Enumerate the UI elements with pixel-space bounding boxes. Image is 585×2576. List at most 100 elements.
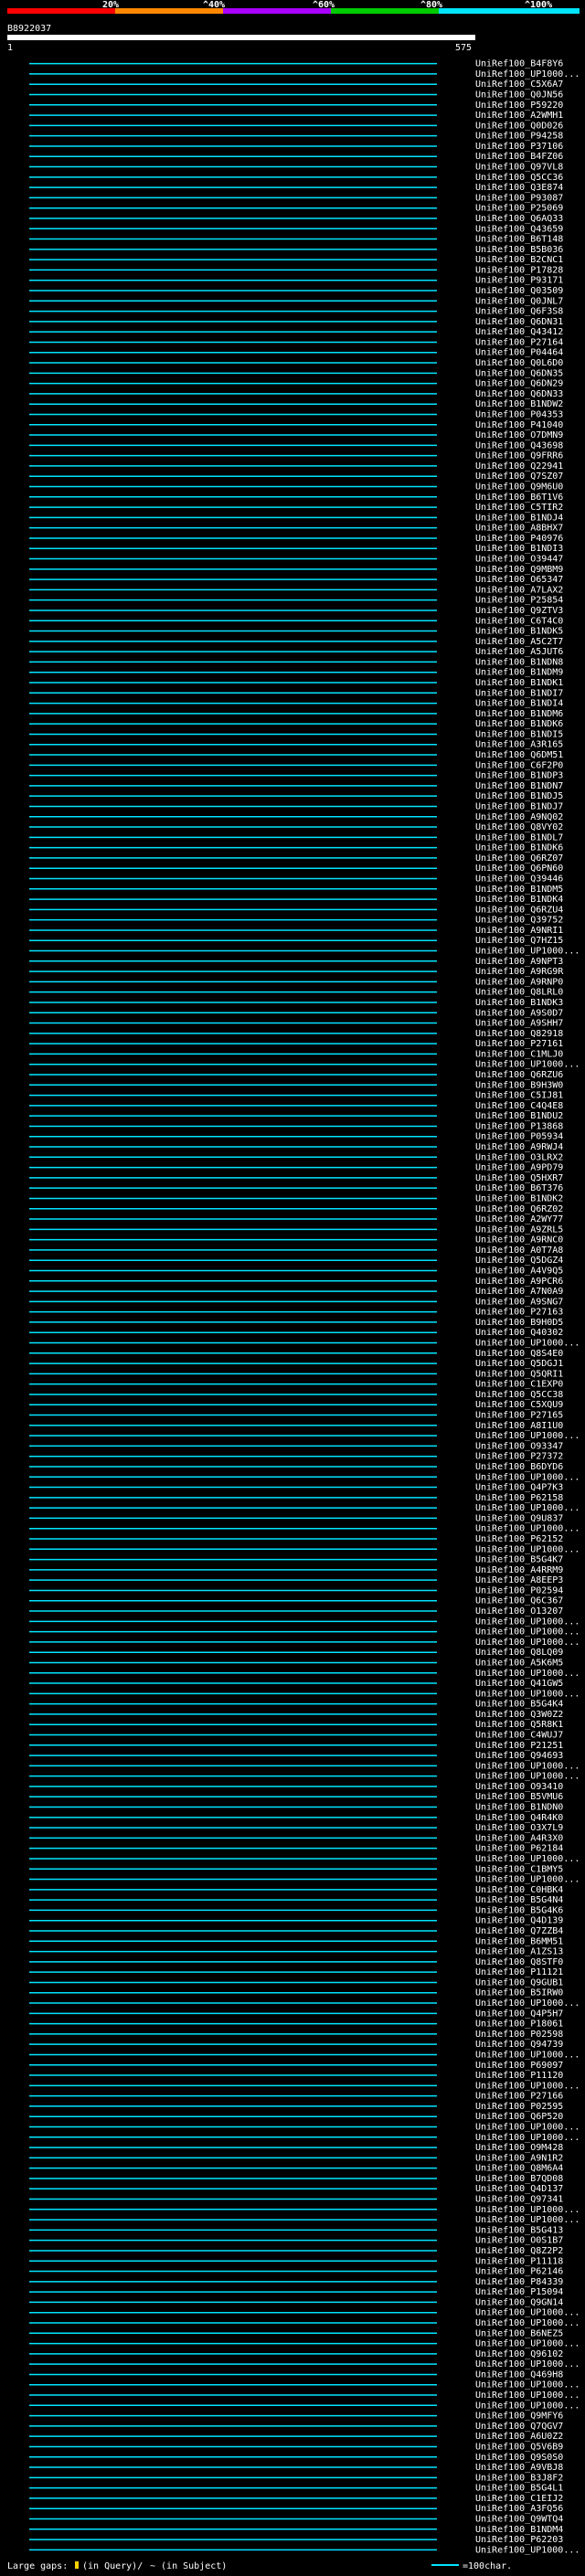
hit-label[interactable]: UniRef100_Q4P7K3 [475, 1483, 563, 1493]
hit-label[interactable]: UniRef100_Q4R4K0 [475, 1813, 563, 1823]
hit-label[interactable]: UniRef100_A9NRI1 [475, 926, 563, 936]
hit-label[interactable]: UniRef100_C6T4C0 [475, 616, 563, 626]
hit-label[interactable]: UniRef100_A9RG9R [475, 967, 564, 977]
hit-label[interactable]: UniRef100_Q7HZ15 [475, 936, 563, 946]
hit-label[interactable]: UniRef100_Q94693 [475, 1751, 563, 1761]
hit-label[interactable]: UniRef100_Q6RZU4 [475, 905, 563, 915]
hit-label[interactable]: UniRef100_B2CNC1 [475, 255, 563, 265]
hit-label[interactable]: UniRef100_Q97341 [475, 2195, 563, 2205]
hit-label[interactable]: UniRef100_A7LAX2 [475, 585, 563, 595]
hit-label[interactable]: UniRef100_C1BMY5 [475, 1864, 563, 1874]
hit-label[interactable]: UniRef100_P18061 [475, 2019, 563, 2030]
hit-label[interactable]: UniRef100_B1NDI4 [475, 699, 563, 709]
hit-label[interactable]: UniRef100_Q7QGV7 [475, 2422, 563, 2432]
hit-label[interactable]: UniRef100_P40976 [475, 534, 563, 544]
hit-label[interactable]: UniRef100_B1NDK1 [475, 678, 563, 688]
hit-label[interactable]: UniRef100_B6T1V6 [475, 493, 563, 503]
hit-label[interactable]: UniRef100_P27166 [475, 2092, 563, 2102]
hit-label[interactable]: UniRef100_O9M428 [475, 2143, 563, 2153]
hit-label[interactable]: UniRef100_A4V9Q5 [475, 1266, 563, 1276]
hit-label[interactable]: UniRef100_B6T376 [475, 1183, 563, 1193]
hit-label[interactable]: UniRef100_A9PD79 [475, 1163, 563, 1173]
hit-label[interactable]: UniRef100_B1NDJ4 [475, 513, 563, 523]
hit-label[interactable]: UniRef100_Q8Z2P2 [475, 2246, 563, 2256]
hit-label[interactable]: UniRef100_B1NDI5 [475, 729, 563, 739]
hit-label[interactable]: UniRef100_Q6DM51 [475, 750, 563, 760]
hit-label[interactable]: UniRef100_P62152 [475, 1534, 563, 1544]
hit-label[interactable]: UniRef100_Q5V6B9 [475, 2442, 563, 2452]
hit-label[interactable]: UniRef100_Q4D139 [475, 1916, 563, 1926]
hit-label[interactable]: UniRef100_UP1000... [475, 2133, 580, 2143]
hit-label[interactable]: UniRef100_Q82918 [475, 1029, 563, 1039]
hit-label[interactable]: UniRef100_UP1000... [475, 2050, 580, 2060]
hit-label[interactable]: UniRef100_P62158 [475, 1493, 563, 1503]
hit-label[interactable]: UniRef100_P27372 [475, 1452, 563, 1462]
hit-label[interactable]: UniRef100_UP1000... [475, 1627, 580, 1638]
hit-label[interactable]: UniRef100_UP1000... [475, 1854, 580, 1864]
hit-label[interactable]: UniRef100_B1NDJ5 [475, 791, 563, 801]
hit-label[interactable]: UniRef100_B6MM51 [475, 1936, 563, 1946]
hit-label[interactable]: UniRef100_C5IJ81 [475, 1091, 563, 1101]
hit-label[interactable]: UniRef100_Q9MFY6 [475, 2412, 563, 2422]
hit-label[interactable]: UniRef100_Q9GN14 [475, 2297, 563, 2307]
hit-label[interactable]: UniRef100_P27161 [475, 1039, 563, 1049]
hit-label[interactable]: UniRef100_A0T7A8 [475, 1246, 563, 1256]
hit-label[interactable]: UniRef100_O0S1B7 [475, 2236, 563, 2246]
hit-label[interactable]: UniRef100_Q6DN35 [475, 368, 563, 378]
hit-label[interactable]: UniRef100_A1ZS13 [475, 1947, 563, 1957]
hit-label[interactable]: UniRef100_Q9M6U0 [475, 482, 563, 493]
hit-label[interactable]: UniRef100_UP1000... [475, 69, 580, 80]
hit-label[interactable]: UniRef100_B1NDP3 [475, 771, 563, 781]
hit-label[interactable]: UniRef100_Q97VL8 [475, 163, 563, 173]
hit-label[interactable]: UniRef100_B4FZ06 [475, 152, 563, 162]
hit-label[interactable]: UniRef100_UP1000... [475, 1998, 580, 2009]
hit-label[interactable]: UniRef100_B5G4K7 [475, 1555, 563, 1565]
hit-label[interactable]: UniRef100_C5XQU9 [475, 1400, 563, 1410]
hit-label[interactable]: UniRef100_A9ZRL5 [475, 1224, 563, 1235]
hit-label[interactable]: UniRef100_Q6RZ02 [475, 1204, 563, 1214]
hit-label[interactable]: UniRef100_P94258 [475, 132, 563, 142]
hit-label[interactable]: UniRef100_Q96102 [475, 2349, 563, 2359]
hit-label[interactable]: UniRef100_C1EXP0 [475, 1380, 563, 1390]
hit-label[interactable]: UniRef100_B6T148 [475, 235, 563, 245]
hit-label[interactable]: UniRef100_P62203 [475, 2535, 563, 2545]
hit-label[interactable]: UniRef100_UP1000... [475, 2359, 580, 2369]
hit-label[interactable]: UniRef100_Q43698 [475, 440, 563, 451]
hit-label[interactable]: UniRef100_P05934 [475, 1132, 563, 1142]
hit-label[interactable]: UniRef100_B5G4K6 [475, 1905, 563, 1915]
hit-label[interactable]: UniRef100_Q41GW5 [475, 1679, 563, 1689]
hit-label[interactable]: UniRef100_Q8VY02 [475, 822, 563, 832]
hit-label[interactable]: UniRef100_UP1000... [475, 1875, 580, 1885]
hit-label[interactable]: UniRef100_P69097 [475, 2061, 563, 2071]
hit-label[interactable]: UniRef100_UP1000... [475, 1503, 580, 1513]
hit-label[interactable]: UniRef100_Q03509 [475, 286, 563, 296]
hit-label[interactable]: UniRef100_Q22941 [475, 461, 563, 472]
hit-label[interactable]: UniRef100_Q0D026 [475, 121, 563, 131]
hit-label[interactable]: UniRef100_A9RNP0 [475, 977, 563, 987]
hit-label[interactable]: UniRef100_P62184 [475, 1844, 563, 1854]
hit-label[interactable]: UniRef100_P13868 [475, 1121, 563, 1131]
hit-label[interactable]: UniRef100_B1NDM4 [475, 2525, 563, 2535]
hit-label[interactable]: UniRef100_Q5DGJ1 [475, 1359, 563, 1369]
hit-label[interactable]: UniRef100_A9SNG7 [475, 1297, 563, 1307]
hit-label[interactable]: UniRef100_Q9WTQ4 [475, 2514, 563, 2524]
hit-label[interactable]: UniRef100_Q5CC38 [475, 1390, 563, 1400]
hit-label[interactable]: UniRef100_Q5DGZ4 [475, 1256, 563, 1266]
hit-label[interactable]: UniRef100_B1NDK6 [475, 843, 563, 853]
hit-label[interactable]: UniRef100_Q8S4E0 [475, 1349, 563, 1359]
hit-label[interactable]: UniRef100_A9RNC0 [475, 1235, 563, 1246]
hit-label[interactable]: UniRef100_Q39446 [475, 874, 563, 884]
hit-label[interactable]: UniRef100_UP1000... [475, 2308, 580, 2318]
hit-label[interactable]: UniRef100_A9RWJ4 [475, 1142, 563, 1152]
hit-label[interactable]: UniRef100_UP1000... [475, 2380, 580, 2390]
hit-label[interactable]: UniRef100_B5G4K4 [475, 1700, 563, 1710]
hit-label[interactable]: UniRef100_B1NDM6 [475, 709, 563, 719]
hit-label[interactable]: UniRef100_O93410 [475, 1782, 563, 1792]
hit-label[interactable]: UniRef100_A9NPT3 [475, 957, 563, 967]
hit-label[interactable]: UniRef100_UP1000... [475, 1339, 580, 1349]
hit-label[interactable]: UniRef100_A2WMH1 [475, 111, 563, 121]
hit-label[interactable]: UniRef100_P21251 [475, 1741, 563, 1751]
hit-label[interactable]: UniRef100_C1MLJ0 [475, 1049, 563, 1059]
hit-label[interactable]: UniRef100_A3R165 [475, 740, 563, 750]
hit-label[interactable]: UniRef100_A5K6M5 [475, 1658, 563, 1668]
